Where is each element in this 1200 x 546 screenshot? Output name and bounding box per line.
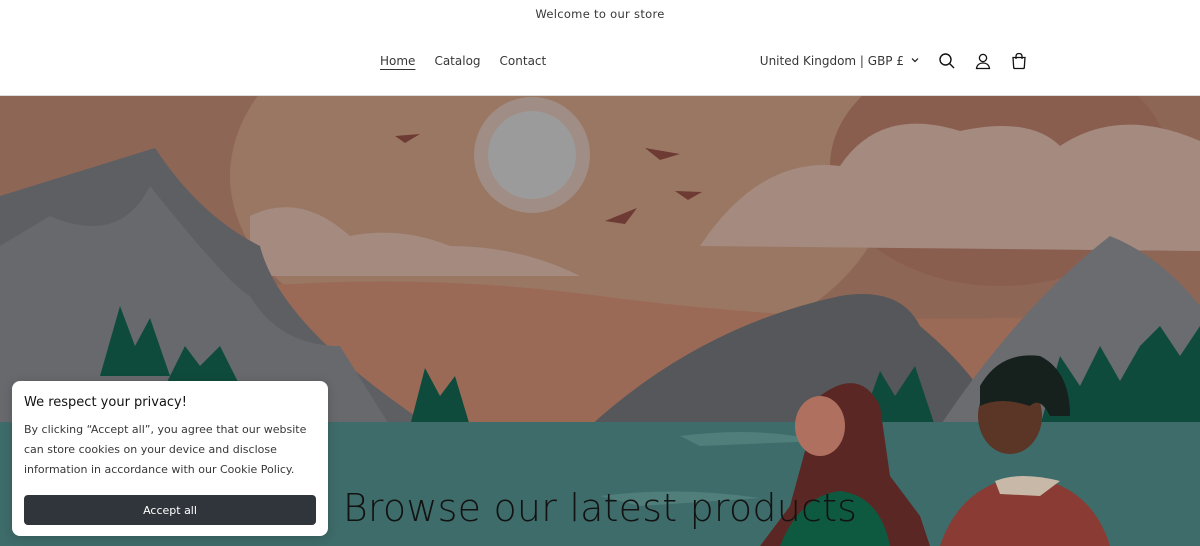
nav-catalog-link[interactable]: Catalog — [434, 54, 480, 68]
accept-all-button[interactable]: Accept all — [24, 495, 316, 525]
chevron-down-icon — [910, 54, 920, 68]
nav-home-link[interactable]: Home — [380, 54, 415, 68]
cookie-banner-text: By clicking “Accept all”, you agree that… — [24, 423, 307, 476]
announcement-text: Welcome to our store — [535, 7, 665, 21]
site-header: Home Catalog Contact United Kingdom | GB… — [0, 28, 1200, 96]
nav-contact-link[interactable]: Contact — [500, 54, 547, 68]
header-actions: United Kingdom | GBP £ — [760, 50, 1030, 72]
cookie-banner: We respect your privacy! By clicking “Ac… — [12, 381, 328, 536]
country-selector[interactable]: United Kingdom | GBP £ — [760, 54, 920, 68]
announcement-bar: Welcome to our store — [0, 0, 1200, 28]
main-nav: Home Catalog Contact — [380, 54, 546, 68]
search-icon[interactable] — [936, 50, 958, 72]
cart-icon[interactable] — [1008, 50, 1030, 72]
account-icon[interactable] — [972, 50, 994, 72]
cookie-banner-title: We respect your privacy! — [24, 395, 187, 410]
country-selector-label: United Kingdom | GBP £ — [759, 54, 904, 68]
